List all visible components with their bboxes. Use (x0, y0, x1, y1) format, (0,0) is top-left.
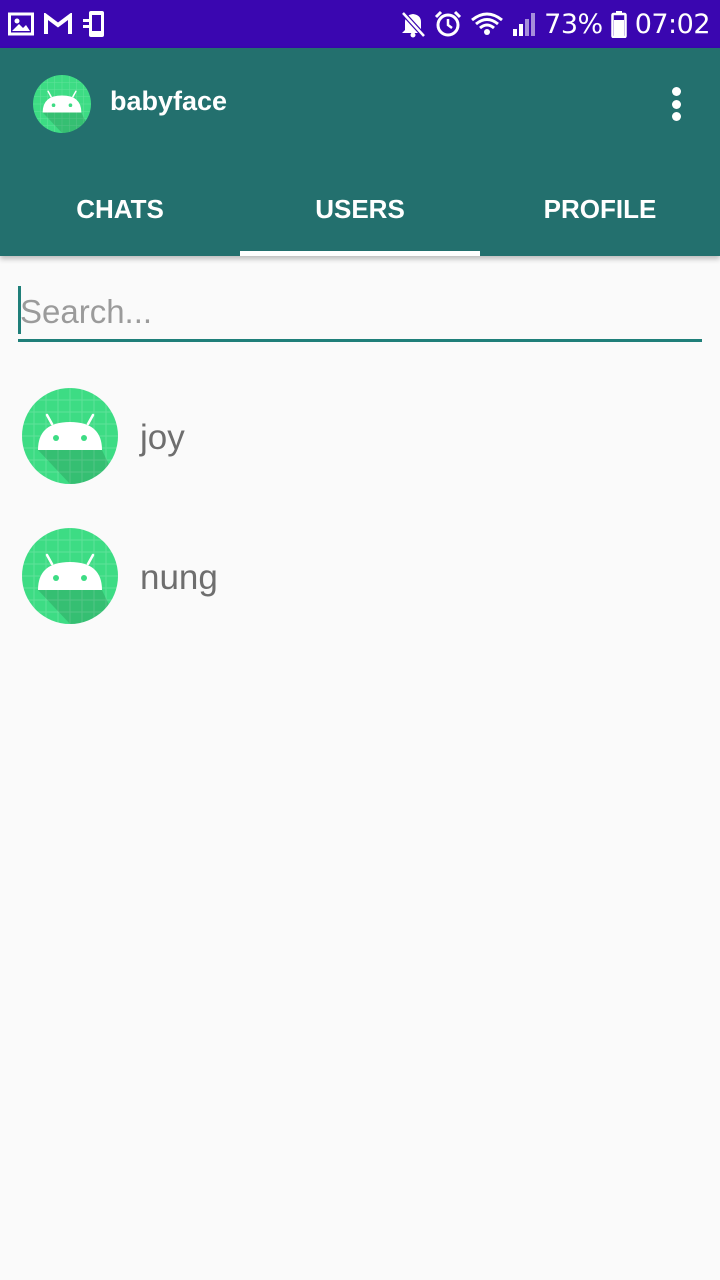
menu-dot (671, 99, 681, 109)
search-input[interactable] (18, 286, 702, 338)
android-icon (22, 388, 118, 484)
clock: 07:02 (634, 8, 711, 40)
mute-icon (400, 10, 427, 38)
user-list: joy nung (0, 370, 720, 650)
tab-profile[interactable]: PROFILE (480, 162, 720, 256)
status-bar-left-icons (8, 10, 108, 38)
device-icon (82, 10, 108, 38)
list-item[interactable]: nung (0, 510, 720, 650)
battery-icon (610, 10, 627, 38)
text-cursor (18, 286, 21, 334)
app-bar: babyface CHATS USERS PROFILE (0, 48, 720, 256)
tab-chats[interactable]: CHATS (0, 162, 240, 256)
user-name: joy (140, 418, 185, 457)
user-name: nung (140, 558, 218, 597)
wifi-icon (470, 11, 504, 37)
app-title: babyface (110, 86, 228, 116)
menu-dot (671, 112, 681, 121)
battery-percent: 73% (544, 8, 603, 40)
gmail-icon (44, 13, 72, 35)
tab-bar: CHATS USERS PROFILE (0, 162, 720, 256)
more-vert-icon[interactable] (660, 82, 692, 126)
alarm-icon (434, 10, 462, 38)
signal-icon (512, 11, 536, 37)
status-bar: 73% 07:02 (0, 0, 720, 48)
gallery-icon (8, 12, 34, 36)
list-item[interactable]: joy (0, 370, 720, 510)
android-icon (33, 75, 91, 133)
menu-dot (671, 87, 681, 96)
tab-users[interactable]: USERS (240, 162, 480, 256)
android-icon (22, 528, 118, 624)
status-bar-right-icons: 73% 07:02 (400, 0, 711, 48)
search-field[interactable] (18, 286, 702, 342)
